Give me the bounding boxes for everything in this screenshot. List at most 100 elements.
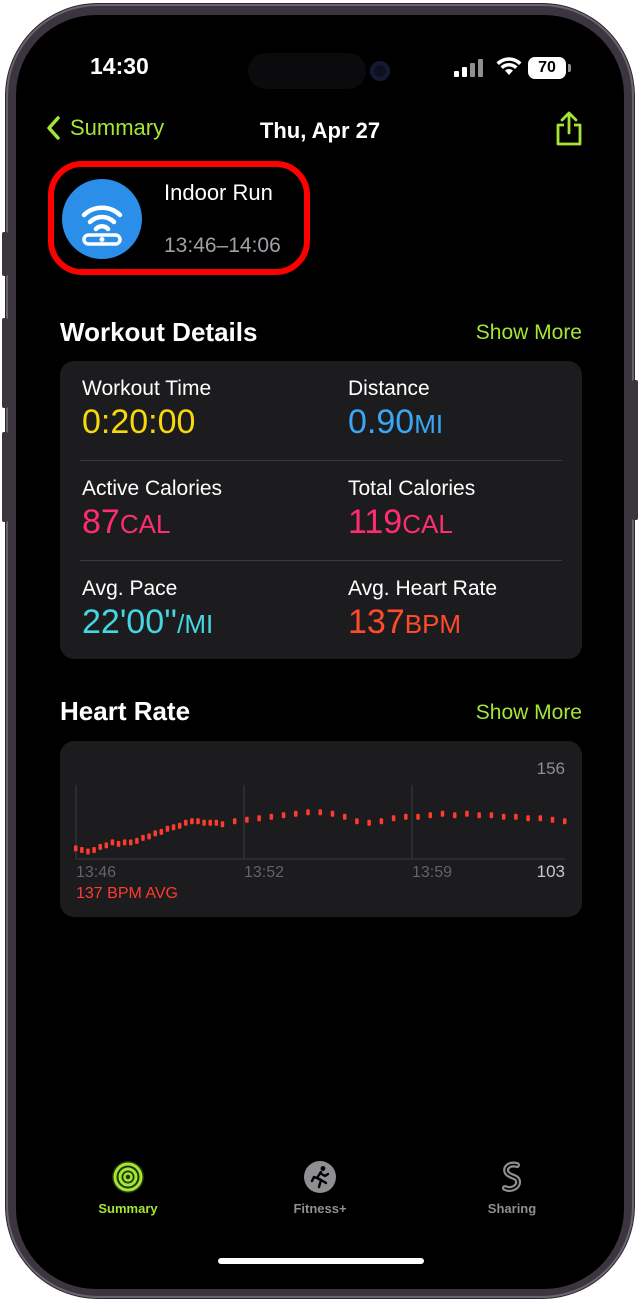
heart-rate-point <box>355 818 359 825</box>
page-title: Thu, Apr 27 <box>259 118 381 143</box>
chart-time-label: 13:59 <box>412 864 452 881</box>
heart-rate-point <box>232 818 237 825</box>
heart-rate-point <box>489 812 494 819</box>
heart-rate-point <box>74 845 78 852</box>
chart-avg-label: 137 BPM AVG <box>76 885 178 902</box>
heart-rate-point <box>245 816 249 823</box>
volume-down-button <box>2 432 8 522</box>
divider <box>80 560 562 561</box>
dynamic-island <box>248 53 366 89</box>
heart-rate-point <box>116 840 121 847</box>
heart-rate-point <box>190 818 194 825</box>
heart-rate-point <box>514 813 518 820</box>
heart-rate-point <box>98 843 102 850</box>
runner-icon <box>304 1161 336 1193</box>
chart-time-label: 13:52 <box>244 864 284 881</box>
metric-total-calories: Total Calories 119CAL <box>348 477 475 542</box>
heart-rate-point <box>196 818 200 825</box>
heart-rate-point <box>452 812 457 819</box>
heart-rate-point <box>165 825 170 832</box>
heart-rate-point <box>86 848 90 855</box>
heart-rate-point <box>281 812 286 819</box>
front-camera <box>370 61 390 81</box>
sharing-icon <box>502 1161 522 1193</box>
metric-label: Avg. Pace <box>82 577 178 600</box>
screen: 14:30 70 Summary Thu, Apr 27 Indoor Run … <box>16 15 624 1289</box>
heart-rate-point <box>257 815 261 822</box>
heart-rate-point <box>177 822 182 829</box>
heart-rate-point <box>141 834 145 841</box>
heart-rate-point <box>171 824 176 831</box>
action-button <box>2 232 8 276</box>
metric-distance: Distance 0.90MI <box>348 377 443 442</box>
heart-rate-point <box>501 813 506 820</box>
metric-label: Active Calories <box>82 477 223 500</box>
metric-value: 22'00''/MI <box>82 603 214 641</box>
chart-time-label: 13:46 <box>76 864 116 881</box>
heart-rate-point <box>416 813 420 820</box>
metric-value: 0:20:00 <box>82 403 196 441</box>
heart-rate-point <box>208 819 212 826</box>
tab-label: Summary <box>98 1201 158 1216</box>
tab-label: Sharing <box>487 1201 537 1216</box>
share-icon[interactable] <box>554 111 584 147</box>
heart-rate-point <box>330 810 335 817</box>
tab-sharing[interactable]: Sharing <box>442 1160 582 1216</box>
tab-fitness-plus[interactable]: Fitness+ <box>250 1160 390 1216</box>
metric-avg-pace: Avg. Pace 22'00''/MI <box>82 577 213 642</box>
chart-min-label: 103 <box>537 862 565 881</box>
workout-time-range: 13:46–14:06 <box>164 234 281 257</box>
heart-rate-point <box>367 819 371 826</box>
wifi-icon <box>496 57 522 75</box>
heart-rate-point <box>80 846 84 853</box>
heart-rate-point <box>404 813 408 820</box>
heart-rate-point <box>538 815 543 822</box>
heart-rate-point <box>214 819 219 826</box>
metric-label: Avg. Heart Rate <box>348 577 498 600</box>
metric-workout-time: Workout Time 0:20:00 <box>82 377 211 442</box>
heart-rate-title: Heart Rate <box>60 696 191 726</box>
heart-rate-point <box>306 809 310 816</box>
workout-details-show-more[interactable]: Show More <box>476 321 582 345</box>
workout-details-title: Workout Details <box>60 317 258 347</box>
heart-rate-point <box>122 839 127 846</box>
heart-rate-point <box>563 818 567 825</box>
heart-rate-point <box>379 818 384 825</box>
battery-tip <box>568 64 571 72</box>
divider <box>80 460 562 461</box>
chart-max-label: 156 <box>537 759 565 778</box>
heart-rate-point <box>220 821 225 828</box>
metric-active-calories: Active Calories 87CAL <box>82 477 222 542</box>
metric-label: Total Calories <box>348 477 476 500</box>
heart-rate-chart: 156 103 13:46 13:52 13:59 137 BPM AVG <box>74 759 567 902</box>
heart-rate-point <box>294 810 298 817</box>
home-indicator <box>218 1258 424 1264</box>
heart-rate-point <box>318 809 322 816</box>
heart-rate-point <box>342 813 347 820</box>
power-button <box>632 380 638 520</box>
status-time: 14:30 <box>90 53 149 79</box>
heart-rate-point <box>477 812 481 819</box>
metric-label: Distance <box>348 377 430 400</box>
battery-indicator: 70 <box>528 57 566 79</box>
heart-rate-point <box>129 839 133 846</box>
cellular-signal-icon <box>454 59 484 77</box>
heart-rate-point <box>465 810 469 817</box>
heart-rate-point <box>92 846 96 853</box>
metric-value: 0.90MI <box>348 403 444 441</box>
heart-rate-point <box>135 837 139 844</box>
heart-rate-point <box>269 813 274 820</box>
heart-rate-point <box>159 828 164 835</box>
tab-summary[interactable]: Summary <box>58 1160 198 1216</box>
heart-rate-point <box>184 819 188 826</box>
heart-rate-card[interactable]: 156 103 13:46 13:52 13:59 137 BPM AVG <box>60 741 582 917</box>
volume-up-button <box>2 318 8 408</box>
workout-details-card: Workout Time 0:20:00 Distance 0.90MI Act… <box>60 361 582 659</box>
heart-rate-point <box>391 815 396 822</box>
heart-rate-point <box>110 839 115 846</box>
heart-rate-point <box>202 819 206 826</box>
metric-label: Workout Time <box>82 377 212 400</box>
heart-rate-show-more[interactable]: Show More <box>476 701 582 725</box>
tab-bar: Summary Fitness+ Sharing <box>16 1160 624 1240</box>
workout-name: Indoor Run <box>164 180 273 205</box>
